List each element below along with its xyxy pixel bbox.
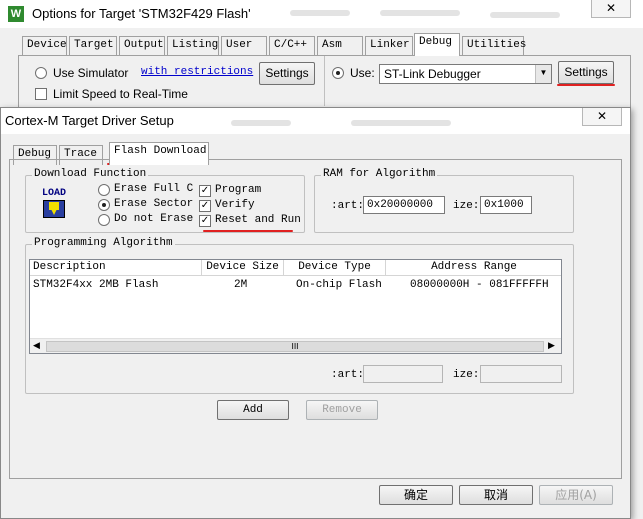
tab-debug[interactable]: Debug	[414, 33, 460, 56]
programming-algorithm-title: Programming Algorithm	[32, 237, 175, 249]
use-simulator-label: Use Simulator	[53, 66, 129, 80]
tab-asm[interactable]: Asm	[317, 36, 363, 56]
tab-output[interactable]: Output	[119, 36, 165, 56]
reset-and-run-label: Reset and Run	[215, 214, 301, 226]
panel-divider	[324, 56, 325, 106]
debugger-select-value: ST-Link Debugger	[384, 67, 481, 81]
limit-speed-checkbox[interactable]	[35, 88, 47, 100]
use-label: Use:	[350, 66, 375, 80]
tab-utilities[interactable]: Utilities	[462, 36, 526, 56]
scroll-thumb[interactable]: III	[46, 341, 544, 352]
algorithm-size-label: ize:	[453, 369, 480, 381]
debugger-select[interactable]: ST-Link Debugger ▼	[379, 64, 552, 84]
load-icon: LOAD	[37, 188, 71, 222]
row-device-type: On-chip Flash	[296, 279, 382, 291]
tab-linker[interactable]: Linker	[365, 36, 413, 56]
algorithm-size-input	[480, 365, 562, 383]
row-address-range: 08000000H - 081FFFFFH	[410, 279, 549, 291]
dialog-close-button[interactable]: ✕	[582, 108, 622, 126]
erase-full-label: Erase Full C	[114, 183, 194, 195]
do-not-erase-radio[interactable]	[98, 214, 110, 226]
column-header-description[interactable]: Description	[30, 260, 202, 276]
use-simulator-radio[interactable]	[35, 67, 47, 79]
column-header-device-size[interactable]: Device Size	[202, 260, 284, 276]
scroll-right-icon[interactable]: ▶	[548, 341, 555, 351]
erase-full-radio[interactable]	[98, 184, 110, 196]
tab-user[interactable]: User	[221, 36, 267, 56]
annotation-underline	[203, 230, 293, 232]
algorithm-start-input	[363, 365, 443, 383]
scroll-thumb-grip: III	[291, 342, 299, 351]
horizontal-scrollbar[interactable]: ◀ III ▶	[30, 338, 561, 353]
options-close-button[interactable]: ✕	[591, 0, 631, 18]
tab-device[interactable]: Device	[22, 36, 67, 56]
load-icon-text: LOAD	[41, 188, 66, 199]
tab-listing[interactable]: Listing	[167, 36, 219, 56]
limit-speed-label: Limit Speed to Real-Time	[53, 87, 188, 101]
apply-button: 应用(A)	[539, 485, 613, 505]
ram-start-label: :art:	[331, 200, 365, 212]
erase-sector-label: Erase Sector	[114, 198, 194, 210]
ram-size-input[interactable]: 0x1000	[480, 196, 532, 214]
program-label: Program	[215, 184, 262, 196]
row-device-size: 2M	[234, 279, 248, 291]
debugger-settings-button[interactable]: Settings	[558, 61, 614, 84]
scroll-left-icon[interactable]: ◀	[33, 341, 40, 351]
annotation-underline	[557, 84, 615, 86]
blurred-text	[380, 10, 460, 16]
close-icon: ✕	[596, 109, 608, 123]
reset-and-run-checkbox[interactable]: ✓	[199, 215, 211, 227]
chevron-down-icon: ▼	[535, 65, 551, 83]
add-button[interactable]: Add	[217, 400, 289, 420]
algorithm-list[interactable]: Description Device Size Device Type Addr…	[29, 259, 562, 354]
dialog-title: Cortex-M Target Driver Setup	[5, 113, 174, 128]
ram-group-title: RAM for Algorithm	[321, 168, 438, 180]
cancel-button[interactable]: 取消	[459, 485, 533, 505]
column-header-device-type[interactable]: Device Type	[284, 260, 386, 276]
verify-checkbox[interactable]: ✓	[199, 200, 211, 212]
blurred-text	[290, 10, 350, 16]
program-checkbox[interactable]: ✓	[199, 185, 211, 197]
remove-button: Remove	[306, 400, 378, 420]
dialog-title-bar: Cortex-M Target Driver Setup	[1, 108, 630, 134]
keil-app-icon: W	[8, 6, 24, 22]
blurred-text	[231, 120, 291, 126]
verify-label: Verify	[215, 199, 255, 211]
tab-target[interactable]: Target	[69, 36, 117, 56]
options-window-title: Options for Target 'STM32F429 Flash'	[32, 6, 251, 21]
with-restrictions-link[interactable]: with restrictions	[141, 66, 253, 78]
options-title-bar: W Options for Target 'STM32F429 Flash'	[0, 0, 643, 28]
column-header-address-range[interactable]: Address Range	[386, 260, 561, 276]
download-function-title: Download Function	[32, 168, 149, 180]
simulator-settings-button[interactable]: Settings	[259, 62, 315, 85]
tab-cpp[interactable]: C/C++	[269, 36, 315, 56]
blurred-text	[351, 120, 451, 126]
ram-start-input[interactable]: 0x20000000	[363, 196, 445, 214]
erase-sector-radio[interactable]	[98, 199, 110, 211]
ram-size-label: ize:	[453, 200, 480, 212]
tab-flash-download[interactable]: Flash Download	[109, 142, 209, 165]
close-icon: ✕	[605, 1, 617, 15]
do-not-erase-label: Do not Erase	[114, 213, 194, 225]
ok-button[interactable]: 确定	[379, 485, 453, 505]
row-description: STM32F4xx 2MB Flash	[33, 279, 159, 291]
use-debugger-radio[interactable]	[332, 67, 344, 79]
algorithm-start-label: :art:	[331, 369, 365, 381]
blurred-text	[490, 12, 560, 18]
target-driver-setup-dialog: Cortex-M Target Driver Setup ✕ Debug Tra…	[0, 107, 631, 519]
